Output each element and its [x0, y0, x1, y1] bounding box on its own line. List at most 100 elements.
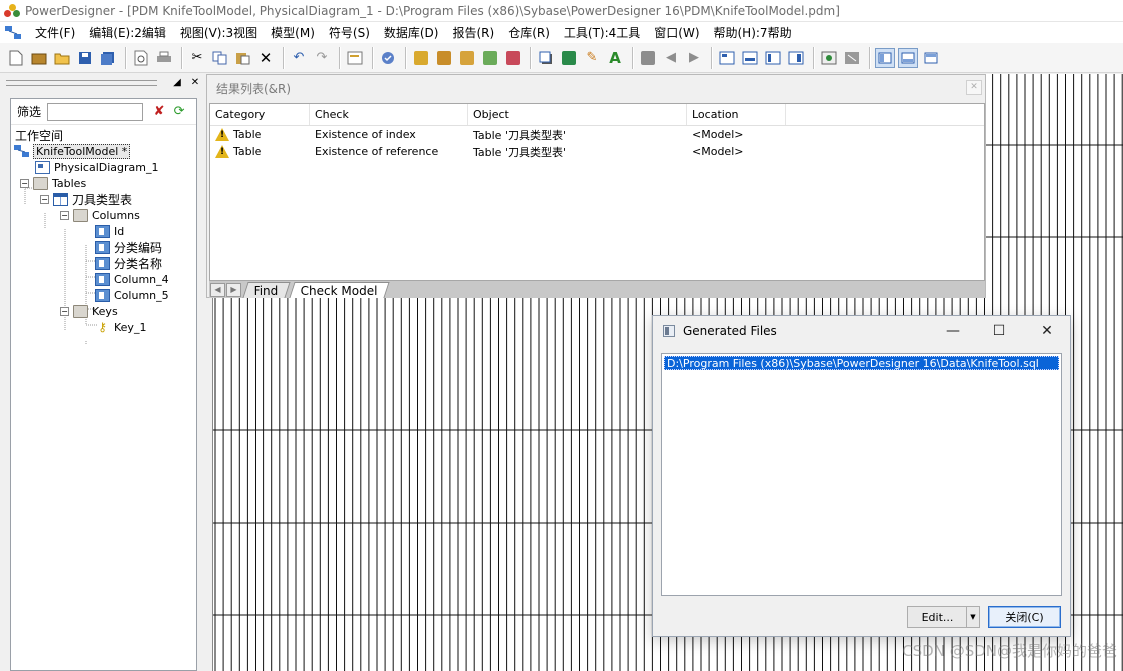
- text-style-icon[interactable]: [559, 48, 579, 68]
- result-list-close-icon[interactable]: ✕: [966, 80, 982, 95]
- collapse-icon[interactable]: −: [60, 210, 69, 220]
- merge-icon[interactable]: [480, 48, 500, 68]
- tree-node-table[interactable]: − 刀具类型表: [40, 191, 132, 207]
- font-icon[interactable]: A: [605, 48, 625, 68]
- menu-file[interactable]: 文件(F): [28, 24, 82, 41]
- back-icon[interactable]: ◀: [661, 48, 681, 68]
- copy-icon[interactable]: [210, 48, 230, 68]
- edit-button[interactable]: Edit... ▼: [907, 606, 980, 628]
- column-header-location[interactable]: Location: [687, 104, 786, 125]
- result-row[interactable]: Table Existence of reference Table '刀具类型…: [210, 143, 984, 160]
- tree-node-keys[interactable]: − Keys: [60, 303, 118, 319]
- diagram-icon[interactable]: [786, 48, 806, 68]
- output-window-icon[interactable]: [898, 47, 918, 68]
- close-icon[interactable]: ✕: [1032, 320, 1062, 342]
- paint-icon[interactable]: ✎: [582, 48, 602, 68]
- result-row[interactable]: Table Existence of index Table '刀具类型表' <…: [210, 126, 984, 143]
- edit-button-label: Edit...: [921, 610, 954, 624]
- result-location-cell: <Model>: [692, 145, 744, 158]
- pane-close-icon[interactable]: ✕: [189, 77, 201, 89]
- browser-icon[interactable]: [717, 48, 737, 68]
- menu-symbol[interactable]: 符号(S): [322, 24, 377, 41]
- grid-icon[interactable]: [842, 48, 862, 68]
- menu-repository[interactable]: 仓库(R): [501, 24, 557, 41]
- print-icon[interactable]: [154, 48, 174, 68]
- menu-view[interactable]: 视图(V):3视图: [173, 24, 264, 41]
- tree-node-columns[interactable]: − Columns: [60, 207, 140, 223]
- pane-pin-icon[interactable]: ◢: [171, 77, 183, 89]
- check-model-icon[interactable]: [378, 48, 398, 68]
- tree-node-column[interactable]: 分类编码: [95, 239, 162, 255]
- maximize-icon[interactable]: ☐: [984, 320, 1014, 342]
- pane-grip[interactable]: [6, 80, 157, 86]
- menu-window[interactable]: 窗口(W): [647, 24, 706, 41]
- save-icon[interactable]: [75, 48, 95, 68]
- collapse-icon[interactable]: −: [60, 306, 69, 316]
- tree-node-key[interactable]: ⚷ Key_1: [95, 319, 146, 335]
- collapse-icon[interactable]: −: [20, 178, 29, 188]
- refresh-icon[interactable]: ⟳: [171, 104, 187, 120]
- model-system-menu-icon[interactable]: [4, 25, 22, 41]
- paste-icon[interactable]: [233, 48, 253, 68]
- filter-input[interactable]: [47, 102, 144, 121]
- tree-node-column[interactable]: Column_4: [95, 271, 169, 287]
- tree-node-column[interactable]: Column_5: [95, 287, 169, 303]
- menu-database[interactable]: 数据库(D): [377, 24, 446, 41]
- generate-icon[interactable]: [411, 48, 431, 68]
- minimize-icon[interactable]: —: [938, 320, 968, 342]
- tree-node-model[interactable]: KnifeToolModel *: [14, 143, 131, 159]
- column-icon: [95, 288, 110, 302]
- column-header-check[interactable]: Check: [310, 104, 468, 125]
- redo-icon[interactable]: ↷: [312, 48, 332, 68]
- tree-node-diagram[interactable]: PhysicalDiagram_1: [35, 159, 158, 175]
- cut-icon[interactable]: ✂: [187, 48, 207, 68]
- menu-tools[interactable]: 工具(T):4工具: [557, 24, 647, 41]
- undo-icon[interactable]: ↶: [289, 48, 309, 68]
- column-header-category[interactable]: Category: [210, 104, 310, 125]
- collapse-icon[interactable]: −: [40, 194, 49, 204]
- result-list-icon[interactable]: [921, 48, 941, 68]
- column-icon: [95, 224, 110, 238]
- tab-check-model[interactable]: Check Model: [288, 282, 389, 298]
- properties-icon[interactable]: [345, 48, 365, 68]
- output-icon[interactable]: [740, 48, 760, 68]
- toolbar-separator: [813, 46, 815, 69]
- zoom-icon[interactable]: [819, 48, 839, 68]
- result-icon[interactable]: [763, 48, 783, 68]
- tab-find[interactable]: Find: [242, 282, 291, 298]
- tab-scroll-right-icon[interactable]: ▶: [226, 283, 241, 297]
- result-location-cell: <Model>: [692, 128, 744, 141]
- impact-icon[interactable]: [503, 48, 523, 68]
- folder-icon: [73, 304, 88, 318]
- result-list-table: Category Check Object Location Table Exi…: [209, 103, 985, 281]
- tree-node-tables[interactable]: − Tables: [20, 175, 86, 191]
- reverse-icon[interactable]: [434, 48, 454, 68]
- clear-filter-icon[interactable]: ✘: [151, 104, 167, 120]
- file-list-item[interactable]: D:\Program Files (x86)\Sybase\PowerDesig…: [664, 356, 1059, 370]
- close-button[interactable]: 关闭(C): [988, 606, 1061, 628]
- menu-model[interactable]: 模型(M): [264, 24, 322, 41]
- shadow-icon[interactable]: [536, 48, 556, 68]
- compare-icon[interactable]: [457, 48, 477, 68]
- workspace-node[interactable]: 工作空间: [15, 127, 63, 144]
- generated-file-list[interactable]: D:\Program Files (x86)\Sybase\PowerDesig…: [661, 353, 1062, 596]
- open-icon[interactable]: [52, 48, 72, 68]
- tree-node-column[interactable]: 分类名称: [95, 255, 162, 271]
- new-icon[interactable]: [6, 48, 26, 68]
- tree-node-column[interactable]: Id: [95, 223, 124, 239]
- result-list-window: 结果列表(&R) ✕ Category Check Object Locatio…: [206, 74, 986, 298]
- menu-edit[interactable]: 编辑(E):2编辑: [82, 24, 173, 41]
- menu-report[interactable]: 报告(R): [445, 24, 501, 41]
- column-header-object[interactable]: Object: [468, 104, 687, 125]
- menu-help[interactable]: 帮助(H):7帮助: [707, 24, 799, 41]
- print-preview-icon[interactable]: [131, 48, 151, 68]
- save-all-icon[interactable]: [98, 48, 118, 68]
- delete-icon[interactable]: ✕: [256, 48, 276, 68]
- dropdown-arrow-icon[interactable]: ▼: [966, 607, 979, 627]
- table-icon: [53, 192, 68, 206]
- align-icon[interactable]: [638, 48, 658, 68]
- model-icon[interactable]: [29, 48, 49, 68]
- tab-scroll-left-icon[interactable]: ◀: [210, 283, 225, 297]
- toolbox-icon[interactable]: [875, 47, 895, 68]
- forward-icon[interactable]: ▶: [684, 48, 704, 68]
